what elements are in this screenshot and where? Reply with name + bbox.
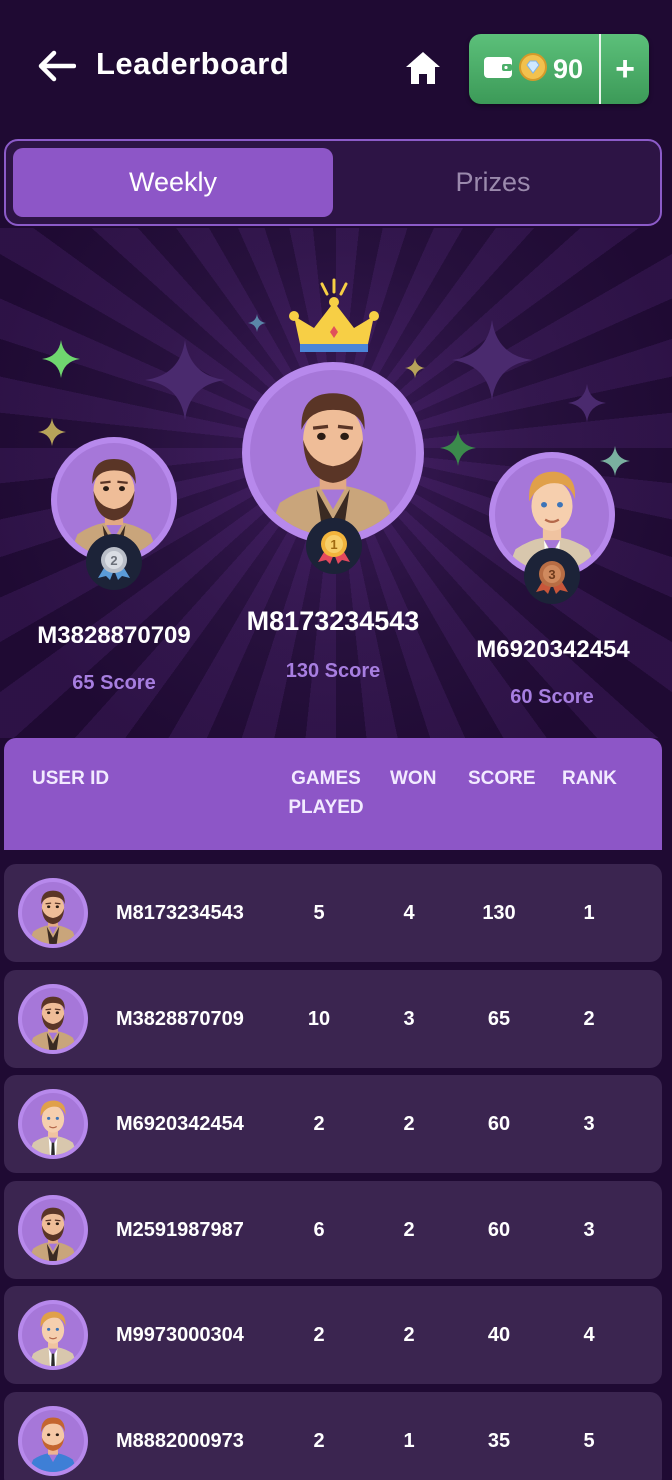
second-place-user-id: M3828870709 [37,622,191,649]
leaderboard-tabs: Weekly Prizes [4,139,662,226]
table-row[interactable]: M9973000304 2 2 40 4 [4,1286,662,1384]
row-score: 35 [487,1429,511,1452]
diamond-coin-icon [519,52,547,86]
arrow-left-icon [36,50,77,87]
row-won: 4 [403,901,415,924]
tab-weekly[interactable]: Weekly [13,148,333,217]
bearded-man-avatar [250,370,416,536]
row-score: 40 [487,1323,511,1346]
bearded-man-avatar [22,882,84,944]
bearded-man-avatar [22,1199,84,1261]
page-title: Leaderboard [96,46,290,81]
row-won: 2 [403,1112,415,1135]
sparkle-icon [452,320,532,400]
row-rank: 3 [583,1112,595,1135]
svg-text:2: 2 [110,553,117,568]
row-user-id: M2591987987 [116,1218,244,1241]
row-rank: 4 [583,1323,595,1346]
row-games-played: 2 [313,1112,325,1135]
row-avatar [18,1089,88,1159]
row-avatar [18,984,88,1054]
first-place-user-id: M8173234543 [246,606,420,636]
sparkle-icon [405,358,425,378]
svg-text:3: 3 [548,567,555,582]
wallet-icon [483,54,513,85]
column-header-user-id: USER ID [32,768,110,789]
gold-medal-icon: 1 [306,518,362,574]
home-button[interactable] [400,48,446,92]
sparkle-icon [145,340,225,420]
sparkle-icon [568,384,606,422]
table-row[interactable]: M3828870709 10 3 65 2 [4,970,662,1068]
row-avatar [18,1300,88,1370]
wallet-balance[interactable]: 90 [469,34,599,104]
third-place-user-id: M6920342454 [476,636,630,663]
row-games-played: 2 [313,1429,325,1452]
row-rank: 3 [583,1218,595,1241]
app-header: Leaderboard 90 + [0,0,672,132]
svg-text:1: 1 [330,537,337,552]
row-rank: 5 [583,1429,595,1452]
row-score: 65 [487,1007,511,1030]
sparkle-icon [38,418,66,446]
sparkle-icon [600,446,630,476]
sparkle-icon [440,430,476,466]
back-button[interactable] [34,48,78,88]
tab-prizes[interactable]: Prizes [333,148,653,217]
table-row[interactable]: M8882000973 2 1 35 5 [4,1392,662,1480]
table-row[interactable]: M8173234543 5 4 130 1 [4,864,662,962]
first-place-avatar[interactable] [242,362,424,544]
second-place-score: 65 Score [72,672,156,694]
third-place-score: 60 Score [510,686,594,708]
row-won: 2 [403,1323,415,1346]
table-header: USER ID GAMES PLAYED WON SCORE RANK [4,738,662,850]
row-user-id: M3828870709 [116,1007,244,1030]
row-user-id: M6920342454 [116,1112,244,1135]
crown-icon [288,278,380,361]
table-row[interactable]: M6920342454 2 2 60 3 [4,1075,662,1173]
row-games-played: 5 [313,901,325,924]
row-user-id: M8173234543 [116,901,244,924]
row-games-played: 10 [307,1007,331,1030]
row-score: 60 [487,1112,511,1135]
row-score: 130 [482,901,516,924]
row-won: 2 [403,1218,415,1241]
wallet-amount: 90 [553,53,584,84]
row-score: 60 [487,1218,511,1241]
podium-section: 1 M8173234543 130 Score 2 M3828870709 65… [0,228,672,738]
table-row[interactable]: M2591987987 6 2 60 3 [4,1181,662,1279]
sparkle-icon [248,314,266,332]
sparkle-icon [42,340,80,378]
row-rank: 1 [583,901,595,924]
row-rank: 2 [583,1007,595,1030]
silver-medal-icon: 2 [86,534,142,590]
row-avatar [18,1195,88,1265]
row-games-played: 6 [313,1218,325,1241]
bronze-medal-icon: 3 [524,548,580,604]
row-won: 1 [403,1429,415,1452]
add-coins-button[interactable]: + [601,34,649,104]
bearded-man-avatar [22,988,84,1050]
column-header-score: SCORE [468,768,536,789]
blond-man-avatar [22,1304,84,1366]
column-header-games-played: GAMES PLAYED [288,764,364,822]
red-haired-man-avatar [22,1410,84,1472]
row-won: 3 [403,1007,415,1030]
column-header-won: WON [390,768,437,789]
row-avatar [18,878,88,948]
column-header-games-line1: GAMES [291,768,361,789]
first-place-score: 130 Score [285,660,381,682]
column-header-games-line2: PLAYED [288,797,364,818]
home-icon [404,50,442,91]
wallet-widget[interactable]: 90 + [469,34,649,104]
row-user-id: M9973000304 [116,1323,244,1346]
blond-man-avatar [22,1093,84,1155]
row-user-id: M8882000973 [116,1429,244,1452]
row-games-played: 2 [313,1323,325,1346]
row-avatar [18,1406,88,1476]
column-header-rank: RANK [562,768,617,789]
